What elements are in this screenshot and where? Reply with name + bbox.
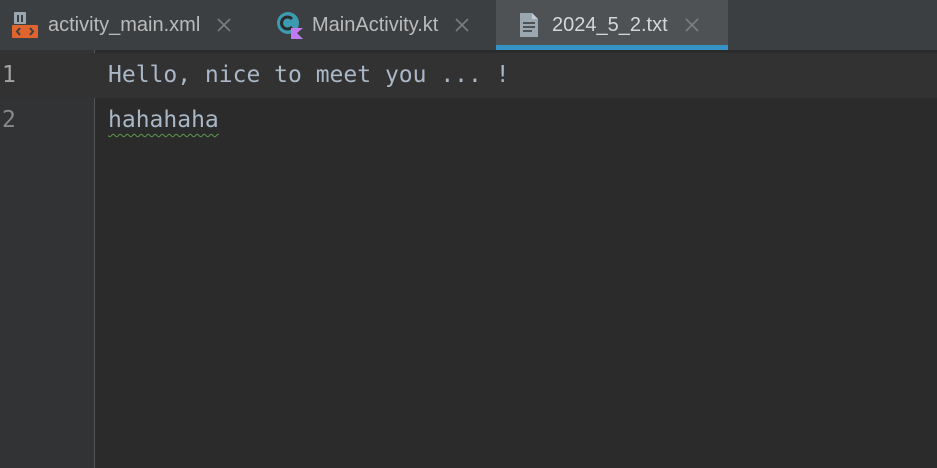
close-icon[interactable] — [682, 15, 702, 35]
text-editor[interactable]: 1 Hello, nice to meet you ... ! 2 hahaha… — [0, 50, 937, 468]
tab-label: activity_main.xml — [48, 13, 201, 36]
close-icon[interactable] — [452, 15, 472, 35]
line-text-typo-highlighted[interactable]: hahahaha — [108, 98, 219, 143]
line-number: 1 — [2, 62, 16, 88]
kotlin-class-file-icon — [274, 10, 304, 40]
tab-activity-main-xml[interactable]: activity_main.xml — [0, 0, 262, 50]
tab-main-activity-kt[interactable]: MainActivity.kt — [262, 0, 496, 50]
line-number: 2 — [2, 107, 16, 133]
line-text[interactable]: Hello, nice to meet you ... ! — [108, 53, 510, 98]
editor-line[interactable]: 1 Hello, nice to meet you ... ! — [0, 53, 937, 98]
text-file-icon — [514, 10, 544, 40]
xml-layout-file-icon — [10, 10, 40, 40]
tab-label: 2024_5_2.txt — [552, 13, 668, 36]
close-icon[interactable] — [214, 15, 234, 35]
tab-2024-5-2-txt[interactable]: 2024_5_2.txt — [496, 0, 728, 50]
tab-label: MainActivity.kt — [312, 13, 439, 36]
editor-tab-bar: activity_main.xml MainActivity.kt 2024_5… — [0, 0, 937, 50]
editor-line[interactable]: 2 hahahaha — [0, 98, 937, 143]
